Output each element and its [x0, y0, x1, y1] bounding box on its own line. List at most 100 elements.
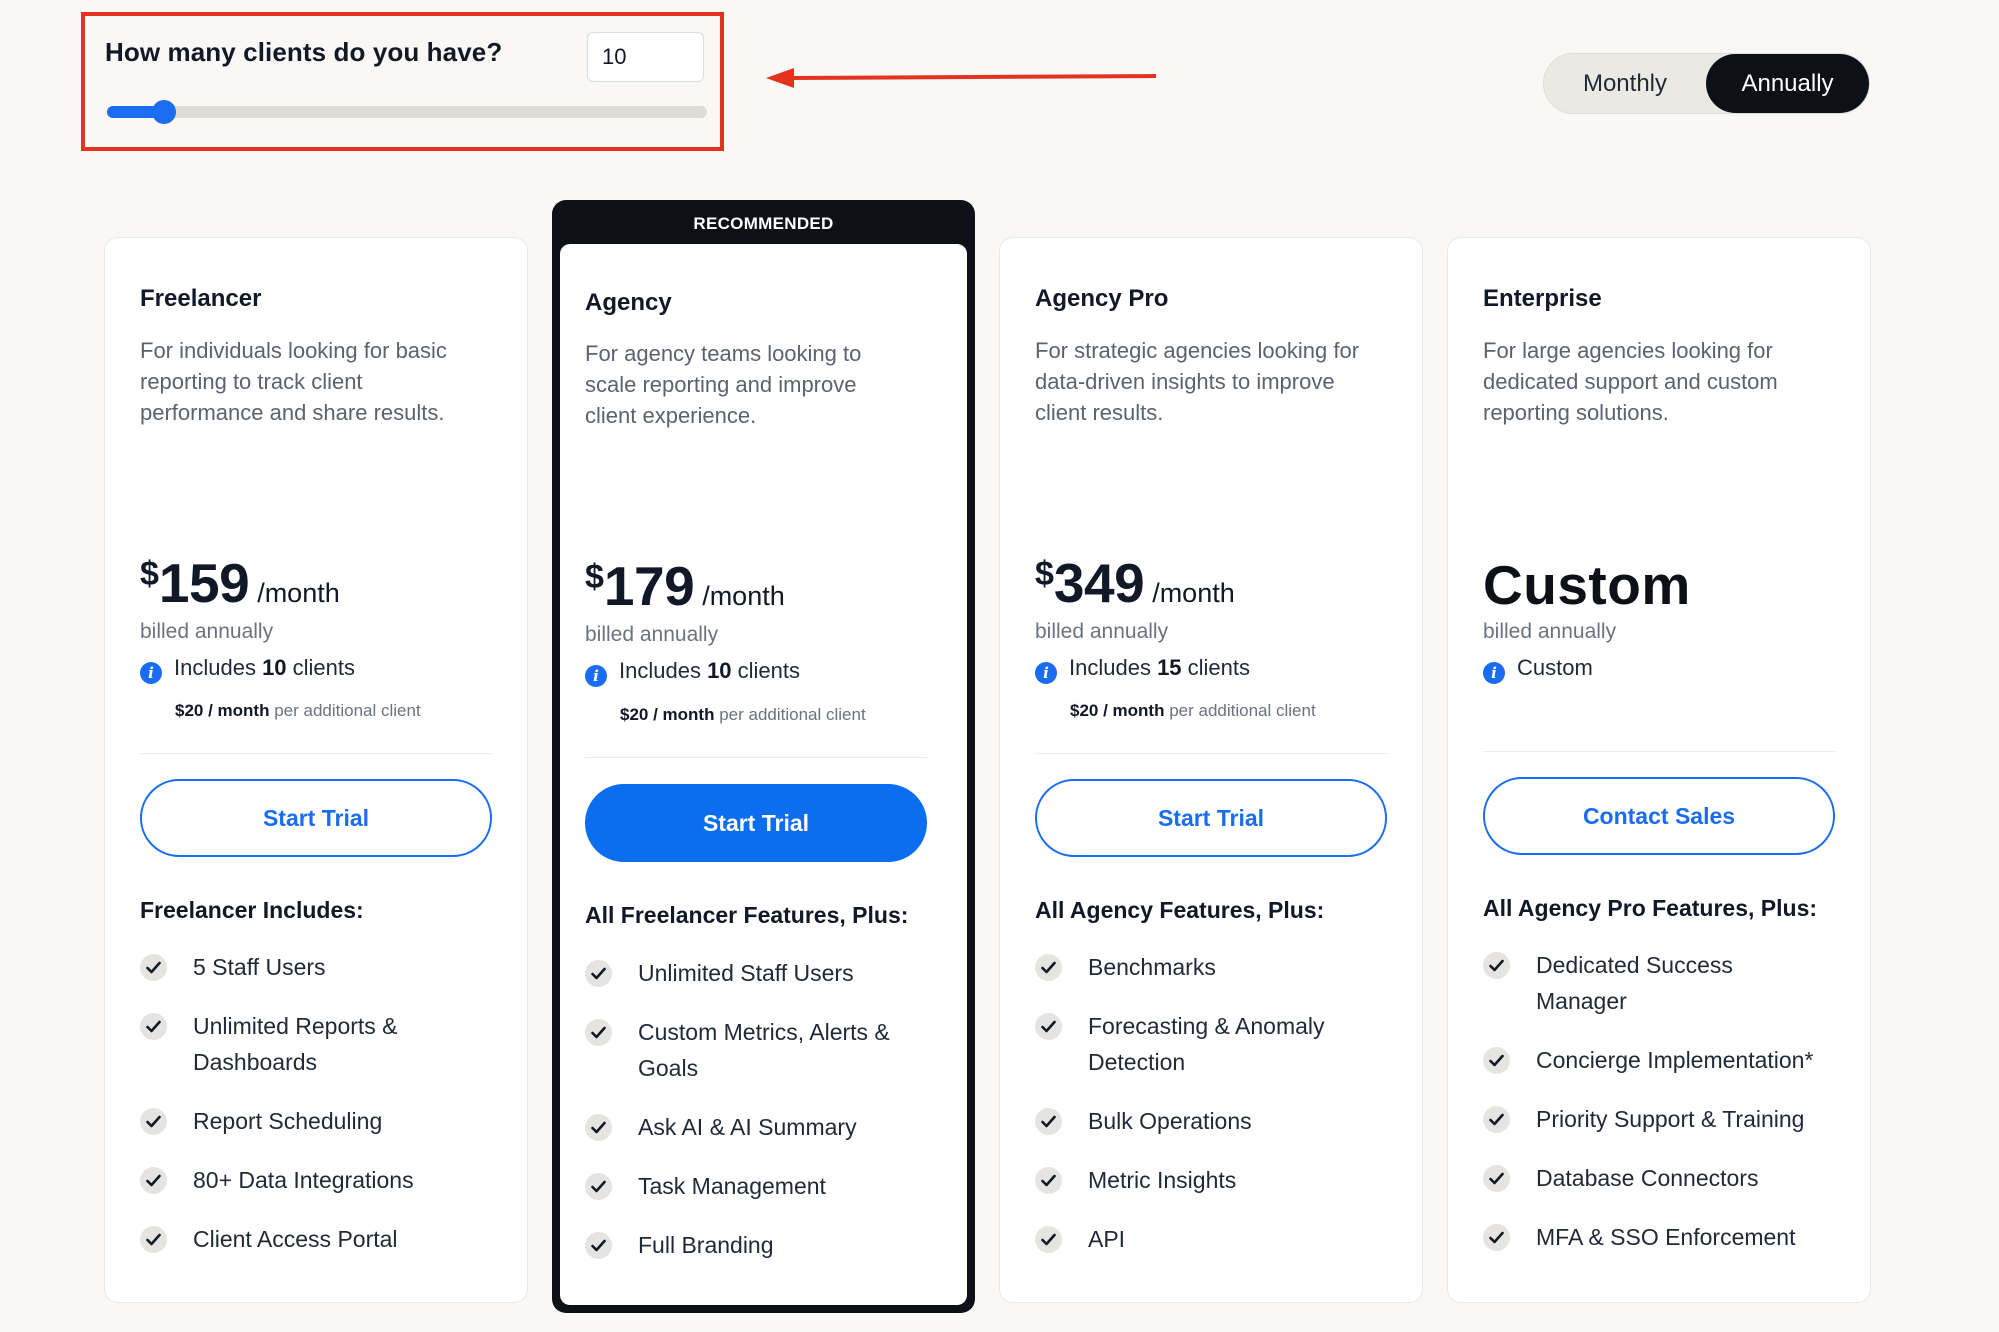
- clients-slider[interactable]: [107, 100, 707, 124]
- feature-item: Metric Insights: [1035, 1162, 1365, 1198]
- contact-sales-button[interactable]: Contact Sales: [1483, 777, 1835, 855]
- plan-price: $159/month: [140, 552, 340, 614]
- feature-text: Report Scheduling: [193, 1108, 383, 1134]
- plan-name: Freelancer: [140, 285, 262, 312]
- check-icon: [1483, 1047, 1510, 1074]
- plan-name: Enterprise: [1483, 285, 1602, 312]
- feature-item: 80+ Data Integrations: [140, 1162, 470, 1198]
- feature-text: Custom Metrics, Alerts & Goals: [638, 1019, 890, 1081]
- billing-note: billed annually: [1483, 620, 1617, 643]
- feature-item: Database Connectors: [1483, 1160, 1823, 1196]
- clients-question-label: How many clients do you have?: [105, 37, 503, 67]
- feature-text: Benchmarks: [1088, 954, 1216, 980]
- check-icon: [585, 1232, 612, 1259]
- feature-item: Dedicated Success Manager: [1483, 947, 1823, 1019]
- feature-text: Task Management: [638, 1173, 826, 1199]
- plan-card-agency-body: Agency For agency teams looking to scale…: [560, 244, 967, 1305]
- divider: [140, 753, 492, 754]
- feature-item: 5 Staff Users: [140, 949, 470, 985]
- toggle-monthly[interactable]: Monthly: [1544, 54, 1706, 113]
- clients-slider-thumb[interactable]: [152, 100, 176, 124]
- feature-text: Concierge Implementation*: [1536, 1047, 1814, 1073]
- feature-text: Priority Support & Training: [1536, 1106, 1805, 1132]
- recommended-badge: RECOMMENDED: [693, 214, 834, 233]
- check-icon: [1035, 1013, 1062, 1040]
- feature-text: Unlimited Reports & Dashboards: [193, 1013, 398, 1075]
- check-icon: [140, 1108, 167, 1135]
- plan-card-freelancer: Freelancer For individuals looking for b…: [104, 237, 528, 1303]
- feature-text: MFA & SSO Enforcement: [1536, 1224, 1796, 1250]
- start-trial-button[interactable]: Start Trial: [140, 779, 492, 857]
- plan-price: $349/month: [1035, 552, 1235, 614]
- feature-item: MFA & SSO Enforcement: [1483, 1219, 1823, 1255]
- plan-card-agency-pro: Agency Pro For strategic agencies lookin…: [999, 237, 1423, 1303]
- includes-clients: i Includes 10 clients: [140, 655, 355, 684]
- check-icon: [1483, 952, 1510, 979]
- feature-item: Task Management: [585, 1168, 915, 1204]
- feature-item: Unlimited Reports & Dashboards: [140, 1008, 470, 1080]
- features-heading: All Agency Pro Features, Plus:: [1483, 895, 1818, 921]
- feature-item: Client Access Portal: [140, 1221, 470, 1257]
- additional-client-price: $20 / month per additional client: [175, 701, 421, 720]
- check-icon: [140, 1167, 167, 1194]
- check-icon: [1035, 1226, 1062, 1253]
- feature-item: Full Branding: [585, 1227, 915, 1263]
- check-icon: [140, 1226, 167, 1253]
- billing-note: billed annually: [1035, 620, 1169, 643]
- feature-text: Database Connectors: [1536, 1165, 1759, 1191]
- feature-text: Unlimited Staff Users: [638, 960, 854, 986]
- check-icon: [1035, 954, 1062, 981]
- start-trial-button[interactable]: Start Trial: [1035, 779, 1387, 857]
- check-icon: [585, 1173, 612, 1200]
- check-icon: [1483, 1106, 1510, 1133]
- feature-item: Bulk Operations: [1035, 1103, 1365, 1139]
- feature-text: Forecasting & Anomaly Detection: [1088, 1013, 1325, 1075]
- feature-text: API: [1088, 1226, 1126, 1252]
- feature-item: Benchmarks: [1035, 949, 1365, 985]
- info-icon[interactable]: i: [140, 662, 162, 684]
- plan-description: For strategic agencies looking for data-…: [1035, 338, 1360, 425]
- features-heading: All Agency Features, Plus:: [1035, 897, 1325, 923]
- check-icon: [1483, 1224, 1510, 1251]
- features-list: Unlimited Staff Users Custom Metrics, Ale…: [585, 955, 915, 1286]
- feature-text: Full Branding: [638, 1232, 774, 1258]
- features-heading: All Freelancer Features, Plus:: [585, 902, 909, 928]
- additional-client-price: $20 / month per additional client: [1070, 701, 1316, 720]
- feature-item: Report Scheduling: [140, 1103, 470, 1139]
- clients-count-input[interactable]: [587, 32, 704, 82]
- feature-text: Ask AI & AI Summary: [638, 1114, 857, 1140]
- includes-clients: i Includes 15 clients: [1035, 655, 1250, 684]
- feature-text: Metric Insights: [1088, 1167, 1237, 1193]
- plan-card-agency: RECOMMENDED Agency For agency teams look…: [552, 200, 975, 1313]
- toggle-annually[interactable]: Annually: [1706, 54, 1869, 113]
- check-icon: [1035, 1167, 1062, 1194]
- features-list: Benchmarks Forecasting & Anomaly Detectio…: [1035, 949, 1365, 1280]
- feature-item: Forecasting & Anomaly Detection: [1035, 1008, 1365, 1080]
- check-icon: [585, 960, 612, 987]
- additional-client-price: $20 / month per additional client: [620, 705, 866, 724]
- billing-note: billed annually: [140, 620, 274, 643]
- features-heading: Freelancer Includes:: [140, 897, 364, 923]
- feature-text: Dedicated Success Manager: [1536, 952, 1733, 1014]
- info-icon[interactable]: i: [585, 665, 607, 687]
- features-list: Dedicated Success Manager Concierge Imple…: [1483, 947, 1823, 1278]
- check-icon: [1483, 1165, 1510, 1192]
- start-trial-button[interactable]: Start Trial: [585, 784, 927, 862]
- feature-item: Unlimited Staff Users: [585, 955, 915, 991]
- info-icon[interactable]: i: [1035, 662, 1057, 684]
- plan-name: Agency: [585, 289, 672, 316]
- feature-text: 80+ Data Integrations: [193, 1167, 414, 1193]
- includes-clients: i Includes 10 clients: [585, 658, 800, 687]
- plan-description: For individuals looking for basic report…: [140, 338, 447, 425]
- info-icon[interactable]: i: [1483, 662, 1505, 684]
- billing-period-toggle: Monthly Annually: [1543, 53, 1870, 114]
- plan-name: Agency Pro: [1035, 285, 1169, 312]
- feature-item: Priority Support & Training: [1483, 1101, 1823, 1137]
- feature-item: Custom Metrics, Alerts & Goals: [585, 1014, 915, 1086]
- plan-description: For large agencies looking for dedicated…: [1483, 338, 1778, 425]
- plan-description: For agency teams looking to scale report…: [585, 341, 862, 428]
- clients-selector-highlight: How many clients do you have?: [81, 12, 724, 151]
- feature-item: API: [1035, 1221, 1365, 1257]
- annotation-arrow-icon: [766, 68, 1157, 88]
- plan-price: $179/month: [585, 555, 785, 617]
